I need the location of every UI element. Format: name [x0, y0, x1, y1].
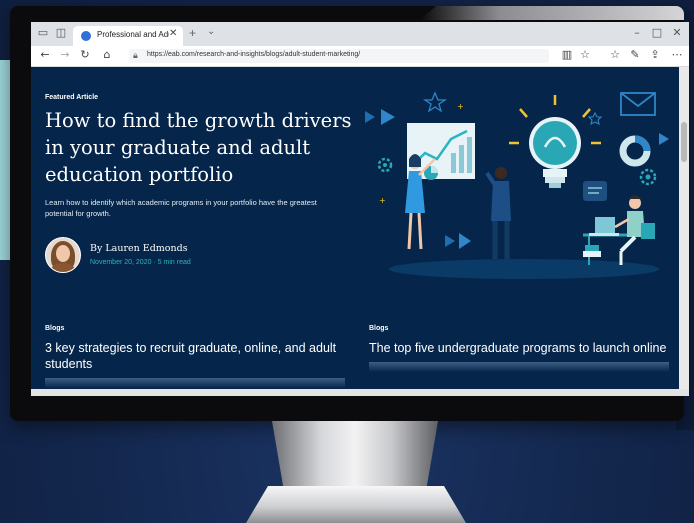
article-title[interactable]: How to find the growth drivers in your g… — [45, 107, 355, 188]
featured-illustration: + + + — [365, 91, 669, 279]
tab-title: Professional and Adult E — [97, 30, 169, 39]
more-icon[interactable]: ⋯ — [669, 48, 685, 61]
page-content: Featured Article How to find the growth … — [31, 67, 679, 389]
card-excerpt-faded — [45, 378, 345, 388]
monitor-stand-neck — [272, 421, 438, 489]
new-tab-icon[interactable]: + — [189, 26, 196, 40]
card-title[interactable]: The top five undergraduate programs to l… — [369, 340, 669, 356]
card-excerpt-faded — [369, 362, 669, 372]
forward-icon[interactable]: → — [57, 48, 73, 61]
tab-list-icon[interactable]: ⌄ — [207, 26, 215, 37]
close-window-icon[interactable]: ✕ — [669, 25, 685, 41]
tab-active[interactable]: Professional and Adult E ✕ — [73, 26, 183, 46]
refresh-icon[interactable]: ↻ — [77, 48, 93, 61]
card-tag: Blogs — [369, 325, 389, 332]
article-meta: November 20, 2020 · 5 min read — [90, 259, 191, 266]
navigation-toolbar: ← → ↻ ⌂ 🔒︎ https://eab.com/research-and-… — [31, 46, 689, 67]
card-tag: Blogs — [45, 325, 65, 332]
card-title[interactable]: 3 key strategies to recruit graduate, on… — [45, 340, 345, 372]
svg-text:+: + — [457, 102, 464, 111]
home-icon[interactable]: ⌂ — [99, 48, 115, 61]
svg-text:+: + — [379, 196, 386, 205]
url-text[interactable]: https://eab.com/research-and-insights/bl… — [147, 51, 360, 58]
author-byline: By Lauren Edmonds — [90, 243, 188, 254]
favorite-star-icon[interactable]: ☆ — [577, 48, 593, 61]
monitor-bezel-highlight — [420, 6, 684, 20]
tab-bar: ▭ ◫ Professional and Adult E ✕ + ⌄ – □ ✕ — [31, 22, 689, 46]
set-aside-tabs-icon[interactable]: ◫ — [53, 25, 69, 41]
featured-label: Featured Article — [45, 94, 99, 101]
article-summary: Learn how to identify which academic pro… — [45, 198, 317, 218]
horizontal-scrollbar[interactable] — [31, 389, 689, 396]
blog-card[interactable]: Blogs The top five undergraduate program… — [369, 325, 669, 372]
favicon-icon — [81, 31, 91, 41]
address-bar[interactable]: 🔒︎ https://eab.com/research-and-insights… — [129, 49, 549, 63]
vertical-scrollbar[interactable] — [679, 67, 689, 389]
maximize-icon[interactable]: □ — [649, 25, 665, 41]
favorites-icon[interactable]: ☆ — [607, 48, 623, 61]
author-avatar — [45, 237, 81, 273]
monitor-stand-base — [246, 486, 466, 523]
minimize-icon[interactable]: – — [629, 25, 645, 41]
blog-card[interactable]: Blogs 3 key strategies to recruit gradua… — [45, 325, 345, 388]
close-tab-icon[interactable]: ✕ — [169, 28, 177, 39]
back-icon[interactable]: ← — [37, 48, 53, 61]
scrollbar-thumb[interactable] — [681, 122, 687, 162]
lock-icon: 🔒︎ — [133, 50, 138, 60]
browser-window: ▭ ◫ Professional and Adult E ✕ + ⌄ – □ ✕… — [31, 22, 689, 396]
tab-actions-icon[interactable]: ▭ — [35, 25, 51, 41]
share-icon[interactable]: ⇪ — [647, 48, 663, 61]
reading-view-icon[interactable]: ▥ — [559, 48, 575, 61]
pen-icon[interactable]: ✎ — [627, 48, 643, 61]
